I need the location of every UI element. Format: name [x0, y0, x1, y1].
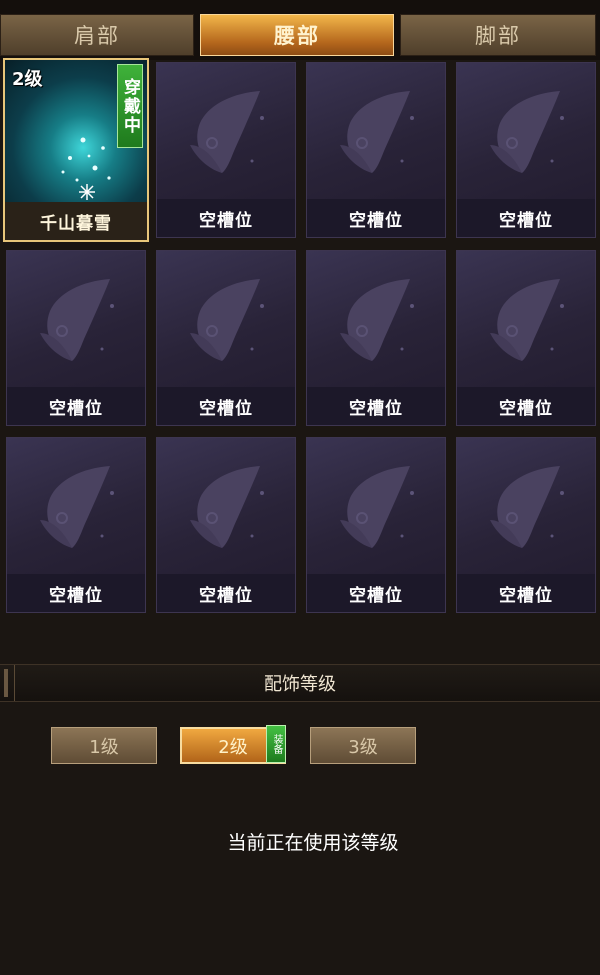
butterfly-icon [190, 466, 264, 548]
slot-art [307, 63, 445, 201]
level-3-button[interactable]: 3级 [310, 727, 416, 764]
slot-label: 空槽位 [7, 574, 145, 612]
slot-label: 空槽位 [157, 387, 295, 425]
empty-slot[interactable]: 空槽位 [156, 437, 296, 613]
slot-label: 空槽位 [457, 387, 595, 425]
empty-slot[interactable]: 空槽位 [456, 62, 596, 238]
slot-art [7, 251, 145, 389]
empty-slot[interactable]: 空槽位 [6, 250, 146, 426]
slot-art [7, 438, 145, 576]
slot-tabs: 肩部 腰部 脚部 [0, 0, 600, 60]
empty-slot[interactable]: 空槽位 [156, 250, 296, 426]
butterfly-icon [340, 91, 414, 173]
slot-art [457, 438, 595, 576]
slot-label: 空槽位 [307, 387, 445, 425]
butterfly-icon [190, 91, 264, 173]
wearing-badge: 穿戴中 [117, 64, 143, 148]
slot-label: 空槽位 [457, 199, 595, 237]
empty-slot[interactable]: 空槽位 [306, 437, 446, 613]
empty-slot[interactable]: 空槽位 [306, 250, 446, 426]
section-title: 配饰等级 [264, 674, 336, 695]
tab-foot[interactable]: 脚部 [400, 14, 596, 56]
empty-slot[interactable]: 空槽位 [156, 62, 296, 238]
slot-label: 空槽位 [157, 199, 295, 237]
slot-art [157, 63, 295, 201]
slot-art [157, 438, 295, 576]
equipped-badge: 装备 [266, 725, 286, 763]
slot-art [307, 438, 445, 576]
slot-label: 空槽位 [307, 574, 445, 612]
slot-art [457, 63, 595, 201]
slot-label: 空槽位 [7, 387, 145, 425]
slot-level-tag: 2级 [12, 69, 43, 90]
empty-slot[interactable]: 空槽位 [456, 437, 596, 613]
empty-slot[interactable]: 空槽位 [456, 250, 596, 426]
empty-slot[interactable]: 空槽位 [306, 62, 446, 238]
slot-art [157, 251, 295, 389]
accessory-level-header: 配饰等级 [0, 664, 600, 702]
empty-slot[interactable]: 空槽位 [6, 437, 146, 613]
butterfly-icon [340, 466, 414, 548]
slot-label: 空槽位 [307, 199, 445, 237]
butterfly-icon [490, 466, 564, 548]
slot-art [457, 251, 595, 389]
tab-waist[interactable]: 腰部 [200, 14, 394, 56]
butterfly-icon [340, 279, 414, 361]
slot-label: 千山暮雪 [5, 202, 147, 240]
slot-art [307, 251, 445, 389]
slot-label: 空槽位 [457, 574, 595, 612]
tab-shoulder[interactable]: 肩部 [0, 14, 194, 56]
butterfly-icon [40, 279, 114, 361]
butterfly-icon [490, 91, 564, 173]
butterfly-icon [490, 279, 564, 361]
butterfly-icon [40, 466, 114, 548]
slot-label: 空槽位 [157, 574, 295, 612]
accessory-slot-equipped[interactable]: 2级 穿戴中 千山暮雪 [3, 58, 149, 242]
butterfly-icon [190, 279, 264, 361]
level-1-button[interactable]: 1级 [51, 727, 157, 764]
status-text: 当前正在使用该等级 [227, 832, 399, 854]
